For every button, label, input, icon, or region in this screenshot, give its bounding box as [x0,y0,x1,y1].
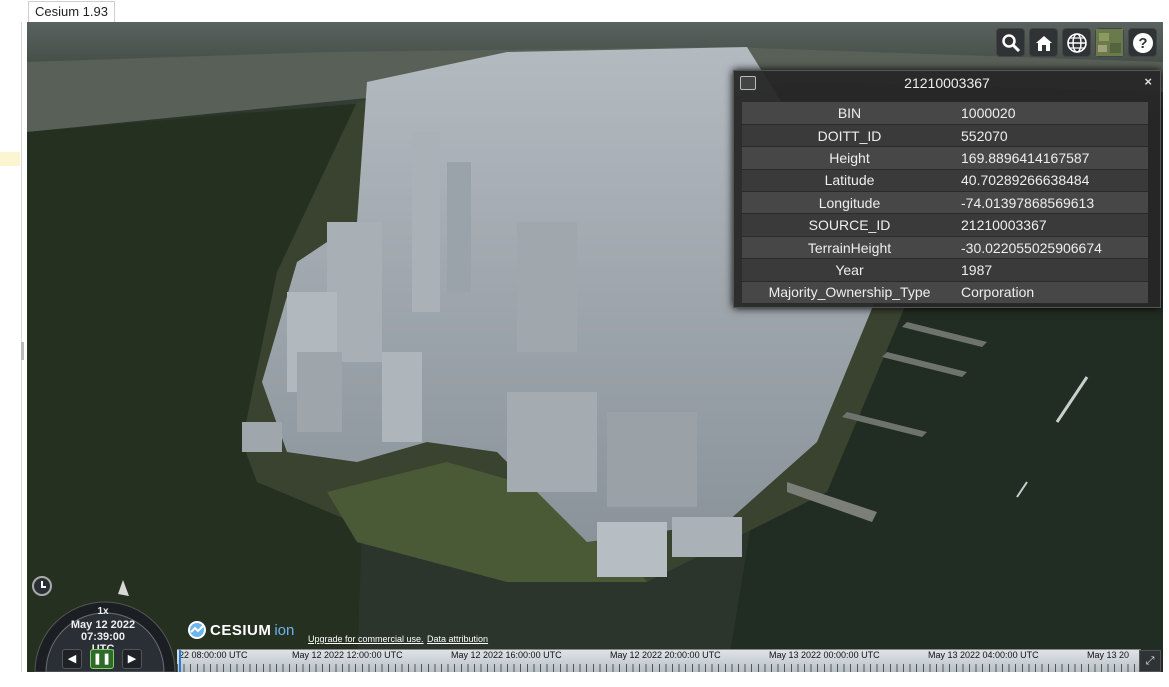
attribute-value: -74.01397868569613 [957,191,1148,215]
attribute-value: 21210003367 [957,213,1148,237]
attribute-value: 1000020 [957,102,1148,125]
help-button[interactable]: ? [1128,28,1157,57]
attribute-value: Corporation [957,281,1148,305]
ion-logo-text: ion [274,621,295,639]
table-row: Height 169.8896414167587 [742,146,1148,170]
fullscreen-button[interactable]: ⤢ [1139,650,1161,672]
search-icon [1001,33,1020,52]
home-button[interactable] [1029,28,1058,57]
attribute-name: Year [742,258,957,282]
attribute-table: BIN 1000020 DOITT_ID 552070 Height 169.8896… [742,102,1148,305]
attribute-name: Majority_Ownership_Type [742,281,957,305]
side-panel [0,22,24,672]
timeline-needle[interactable] [179,650,181,672]
table-row: TerrainHeight -30.022055025906674 [742,236,1148,260]
cesium-logo-icon [188,621,206,639]
fullscreen-icon: ⤢ [1145,655,1155,667]
cesium-toolbar: ? [996,28,1157,57]
timeline-label: May 12 2022 16:00:00 UTC [451,650,562,660]
attribute-value: 169.8896414167587 [957,146,1148,170]
timeline-ticks [177,664,1141,672]
animation-date: May 12 2022 [70,619,136,631]
table-row: DOITT_ID 552070 [742,124,1148,148]
table-row: BIN 1000020 [742,102,1148,125]
data-attribution-link[interactable]: Data attribution [427,634,488,644]
attribute-name: DOITT_ID [742,124,957,148]
browser-tab[interactable]: Cesium 1.93 [28,1,115,22]
timeline-label: May 13 2022 00:00:00 UTC [769,650,880,660]
timeline[interactable]: 22 08:00:00 UTC May 12 2022 12:00:00 UTC… [177,649,1141,672]
info-box-title: 21210003367 [904,75,990,91]
play-reverse-button[interactable]: ◀ [62,649,82,669]
timeline-label: May 12 2022 20:00:00 UTC [610,650,721,660]
attribute-value: 1987 [957,258,1148,282]
svg-text:?: ? [1138,35,1147,52]
attribute-name: Latitude [742,169,957,193]
imagery-thumbnail-icon [1096,29,1123,56]
info-box: 21210003367 × BIN 1000020 DOITT_ID 552070 … [733,70,1161,308]
question-icon: ? [1132,32,1153,53]
attribute-name: Height [742,146,957,170]
animation-speed: 1x [97,606,109,617]
base-layer-picker-button[interactable] [1095,28,1124,57]
upgrade-link[interactable]: Upgrade for commercial use. [308,634,424,644]
table-row: Longitude -74.01397868569613 [742,191,1148,215]
table-row: SOURCE_ID 21210003367 [742,213,1148,237]
close-icon[interactable]: × [1144,74,1152,89]
attribute-value: 552070 [957,124,1148,148]
table-row: Latitude 40.70289266638484 [742,169,1148,193]
attribute-name: Longitude [742,191,957,215]
camera-icon[interactable] [740,76,756,90]
clock-icon[interactable] [32,576,52,596]
attribute-name: TerrainHeight [742,236,957,260]
cesium-viewer[interactable]: ? 21210003367 × BIN 1000020 DOITT_ID 55207… [27,22,1163,672]
attribute-value: 40.70289266638484 [957,169,1148,193]
play-forward-button[interactable]: ▶ [122,649,142,669]
home-icon [1035,35,1052,51]
highlighted-line [0,152,20,166]
timeline-label: 22 08:00:00 UTC [179,650,248,660]
table-row: Year 1987 [742,258,1148,282]
table-row: Majority_Ownership_Type Corporation [742,281,1148,305]
attribute-value: -30.022055025906674 [957,236,1148,260]
shuttle-ring-pointer-icon [118,580,129,596]
panel-resize-handle[interactable] [21,342,24,360]
attribute-name: BIN [742,102,957,125]
cesium-logo-text: CESIUM [210,621,272,639]
geocoder-search-button[interactable] [996,28,1025,57]
scene-mode-button[interactable] [1062,28,1091,57]
globe-icon [1066,32,1087,53]
timeline-label: May 12 2022 12:00:00 UTC [292,650,403,660]
cesium-ion-logo[interactable]: CESIUM ion [187,620,294,640]
pause-button[interactable]: ❚❚ [90,649,114,669]
timeline-label: May 13 2022 04:00:00 UTC [928,650,1039,660]
timeline-label: May 13 20 [1087,650,1130,660]
attribute-name: SOURCE_ID [742,213,957,237]
